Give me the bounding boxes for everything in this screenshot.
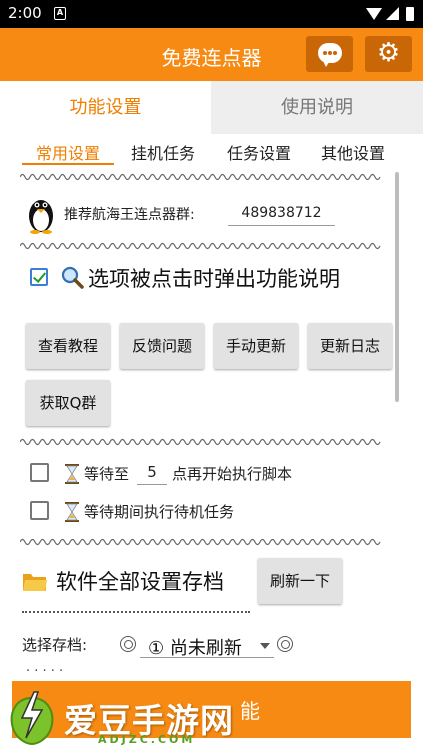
scroll-indicator[interactable] xyxy=(395,172,399,402)
sub-tabs: 常用设置 挂机任务 任务设置 其他设置 xyxy=(0,134,423,166)
wave-divider xyxy=(20,437,383,447)
clipped-text: · · · · · xyxy=(26,664,64,674)
chat-button[interactable] xyxy=(306,36,353,72)
settings-archive-title: 软件全部设置存档 xyxy=(56,570,224,594)
qq-group-label: 推荐航海王连点器群: xyxy=(64,207,195,223)
status-time: 2:00 xyxy=(8,4,42,22)
main-tabs: 功能设置 使用说明 xyxy=(0,81,423,134)
wait-until-row: 等待至 5 点再开始执行脚本 xyxy=(30,461,370,487)
tip-checkbox[interactable] xyxy=(30,268,48,286)
penguin-icon xyxy=(29,200,53,234)
wait-hour-input[interactable]: 5 xyxy=(137,461,167,485)
changelog-button[interactable]: 更新日志 xyxy=(308,323,392,369)
tip-text: 选项被点击时弹出功能说明 xyxy=(88,267,340,291)
subtab-common-settings[interactable]: 常用设置 xyxy=(36,140,100,164)
magnifier-icon xyxy=(61,266,84,289)
folder-icon xyxy=(23,574,47,591)
sim-icon: A xyxy=(54,7,66,20)
qq-group-number[interactable]: 489838712 xyxy=(228,202,335,226)
wave-divider xyxy=(20,172,383,182)
refresh-button[interactable]: 刷新一下 xyxy=(258,558,342,604)
battery-icon xyxy=(406,7,414,21)
tip-toggle-row[interactable]: 选项被点击时弹出功能说明 xyxy=(28,260,388,296)
subtab-task-settings[interactable]: 任务设置 xyxy=(227,140,291,164)
chat-icon xyxy=(318,43,342,67)
settings-button[interactable]: ⚙ xyxy=(365,36,412,72)
get-qq-group-button[interactable]: 获取Q群 xyxy=(26,380,110,426)
wait-until-suffix: 点再开始执行脚本 xyxy=(172,465,293,483)
tab-instructions[interactable]: 使用说明 xyxy=(211,81,423,134)
standby-task-checkbox[interactable] xyxy=(30,501,49,520)
app-title: 免费连点器 xyxy=(161,46,262,70)
radio-icon[interactable] xyxy=(277,636,293,652)
archive-select-value: ① 尚未刷新 xyxy=(148,638,242,659)
wait-until-checkbox[interactable] xyxy=(30,463,49,482)
archive-select-row: 选择存档: ① 尚未刷新 xyxy=(22,630,402,660)
dotted-divider xyxy=(22,611,250,615)
wait-until-prefix: 等待至 xyxy=(84,465,130,483)
standby-task-text: 等待期间执行待机任务 xyxy=(84,503,235,521)
hourglass-icon xyxy=(65,502,79,522)
status-bar: 2:00 A xyxy=(0,0,423,28)
watermark-subtext: ADJZC.COM xyxy=(98,733,196,746)
archive-select-label: 选择存档: xyxy=(22,636,88,654)
watermark-logo xyxy=(10,691,54,746)
view-tutorial-button[interactable]: 查看教程 xyxy=(26,323,110,369)
manual-update-button[interactable]: 手动更新 xyxy=(214,323,298,369)
wifi-icon xyxy=(366,8,382,20)
radio-icon[interactable] xyxy=(120,636,136,652)
subtab-indicator xyxy=(22,163,114,165)
app-bar: 免费连点器 ⚙ xyxy=(0,28,423,81)
subtab-other-settings[interactable]: 其他设置 xyxy=(321,140,385,164)
qq-group-row: 推荐航海王连点器群: 489838712 xyxy=(24,190,364,238)
feedback-button[interactable]: 反馈问题 xyxy=(120,323,204,369)
archive-select[interactable]: ① 尚未刷新 xyxy=(140,632,274,659)
standby-task-row: 等待期间执行待机任务 xyxy=(30,499,370,525)
hourglass-icon xyxy=(65,464,79,484)
tab-function-settings[interactable]: 功能设置 xyxy=(0,81,211,134)
gear-icon: ⚙ xyxy=(376,38,401,68)
dropdown-arrow-icon xyxy=(260,643,270,649)
wave-divider xyxy=(20,537,383,547)
bottom-action-text: 能 xyxy=(240,699,260,723)
subtab-idle-tasks[interactable]: 挂机任务 xyxy=(131,140,195,164)
signal-icon xyxy=(386,7,399,20)
wave-divider xyxy=(20,241,383,251)
